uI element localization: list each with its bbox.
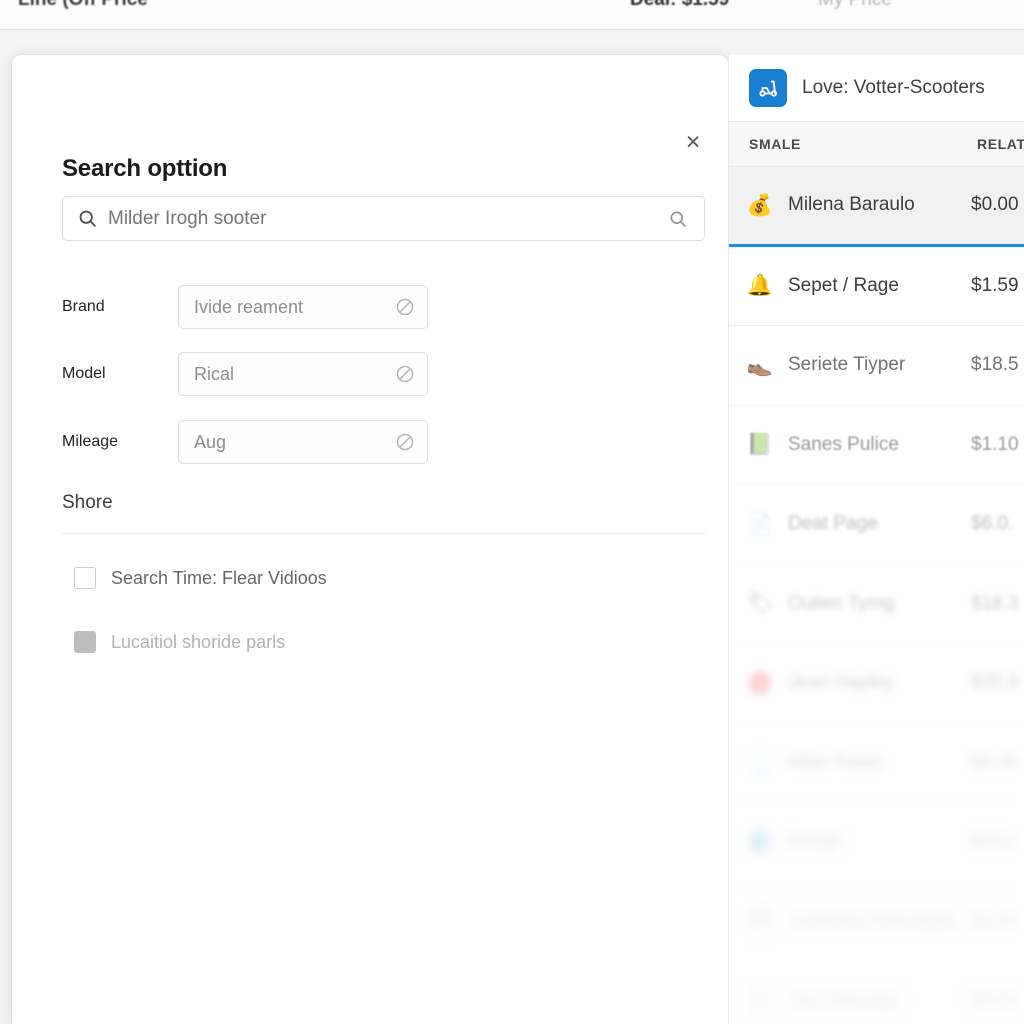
block-circle-icon[interactable] <box>395 297 415 317</box>
field-label-model: Model <box>62 365 106 382</box>
card-icon: 📃 <box>746 751 774 775</box>
block-circle-icon[interactable] <box>395 364 415 384</box>
result-row[interactable]: 👞 Seriete Tiyper $18.5 <box>729 326 1024 406</box>
result-row[interactable]: 💰 Milena Baraulo $0.00 <box>729 167 1024 247</box>
result-row-price: $4.30 <box>971 751 1019 773</box>
result-row-price: $3.00 <box>971 990 1019 1012</box>
checkbox-filled-icon[interactable] <box>74 631 96 653</box>
checkbox-row-search-time[interactable]: Search Time: Flear Vidioos <box>74 567 327 589</box>
result-row[interactable]: 💬 Sair Marsage $3.00 <box>729 962 1024 1024</box>
column-header-smale[interactable]: SMALE <box>749 136 801 152</box>
results-panel: Love: Votter-Scooters SMALE RELATI 💰Mile… <box>728 55 1024 1024</box>
result-row-price: $1.00 <box>971 910 1019 932</box>
topbar-center-text: Deal: $1.59 <box>630 0 729 11</box>
grid-icon: 🗂 <box>746 910 774 934</box>
results-list[interactable]: 💰 Milena Baraulo $0.00 🔔 Sepet / Rage $1.59 👞 S… <box>729 167 1024 1024</box>
tag-icon: 🏷 <box>746 592 774 616</box>
result-row-price: $1.59 <box>971 274 1019 296</box>
shoe-icon: 👞 <box>746 353 774 377</box>
field-select-model[interactable]: Rical <box>178 352 428 396</box>
result-row[interactable]: 📗 Sanes Pulice $1.10 <box>729 405 1024 485</box>
results-header: Love: Votter-Scooters <box>729 55 1024 122</box>
phone-icon: 📗 <box>746 433 774 457</box>
column-header-relati[interactable]: RELATI <box>977 136 1024 152</box>
result-row[interactable]: 📄 Deat Page $6.0. <box>729 485 1024 565</box>
scooter-icon <box>749 69 787 107</box>
search-input[interactable] <box>108 207 668 230</box>
field-value-mileage: Aug <box>194 431 227 452</box>
result-row[interactable]: 🔴 Jean Hapley $35.8 <box>729 644 1024 724</box>
dialog-title: Search opttion <box>62 155 228 182</box>
checkbox-unchecked-icon[interactable] <box>74 567 96 589</box>
money-bag-icon: 💰 <box>746 193 774 217</box>
result-row-price: $6.0. <box>971 513 1014 535</box>
red-dot-icon: 🔴 <box>746 671 774 695</box>
checkbox-label-location: Lucaitiol shoride parls <box>111 631 286 652</box>
result-row[interactable]: 🏷 Oulien Tymg $18.3 <box>729 564 1024 644</box>
field-row-model: Model Rical <box>62 352 707 396</box>
field-value-model: Rical <box>194 363 235 384</box>
result-row[interactable]: 📘 Bengh $63.1 <box>729 803 1024 883</box>
result-row[interactable]: 🗂 Cerbenol Tennaspie $1.00 <box>729 882 1024 962</box>
search-field[interactable] <box>62 196 705 241</box>
result-row[interactable]: 🔔 Sepet / Rage $1.59 <box>729 246 1024 326</box>
field-value-brand: Ivide reament <box>194 296 304 317</box>
checkbox-row-location[interactable]: Lucaitiol shoride parls <box>74 631 285 653</box>
results-column-headers: SMALE RELATI <box>729 122 1024 167</box>
result-row-price: $18.5 <box>971 354 1019 376</box>
result-row-price: $1.10 <box>971 433 1019 455</box>
search-option-dialog: × Search opttion Brand Ivide reament <box>12 55 728 1024</box>
note-icon: 📄 <box>746 512 774 536</box>
block-circle-icon[interactable] <box>395 432 415 452</box>
shore-section-heading: Shore <box>62 492 113 513</box>
close-icon[interactable]: × <box>676 125 710 159</box>
field-select-brand[interactable]: Ivide reament <box>178 285 428 329</box>
field-select-mileage[interactable]: Aug <box>178 420 428 464</box>
field-row-mileage: Mileage Aug <box>62 420 707 464</box>
search-icon <box>77 208 98 229</box>
result-row[interactable]: 📃 Mitie Rawa $4.30 <box>729 723 1024 803</box>
results-title: Love: Votter-Scooters <box>802 77 985 98</box>
search-submit-icon[interactable] <box>668 209 688 229</box>
result-row-price: $18.3 <box>971 592 1019 614</box>
top-bar: Line (Off Price Deal: $1.59 My Price <box>0 0 1024 30</box>
field-label-mileage: Mileage <box>62 433 119 450</box>
field-label-brand: Brand <box>62 298 105 315</box>
result-row-price: $35.8 <box>971 672 1019 694</box>
bell-icon: 🔔 <box>746 274 774 298</box>
result-row-price: $0.00 <box>971 194 1019 216</box>
topbar-left-text: Line (Off Price <box>18 0 148 11</box>
field-row-brand: Brand Ivide reament <box>62 285 707 329</box>
checkbox-label-search-time: Search Time: Flear Vidioos <box>111 567 327 588</box>
section-divider <box>62 533 705 534</box>
message-icon: 💬 <box>746 989 774 1013</box>
book-icon: 📘 <box>746 830 774 854</box>
topbar-right-text: My Price <box>818 0 892 11</box>
result-row-price: $63.1 <box>971 831 1019 853</box>
